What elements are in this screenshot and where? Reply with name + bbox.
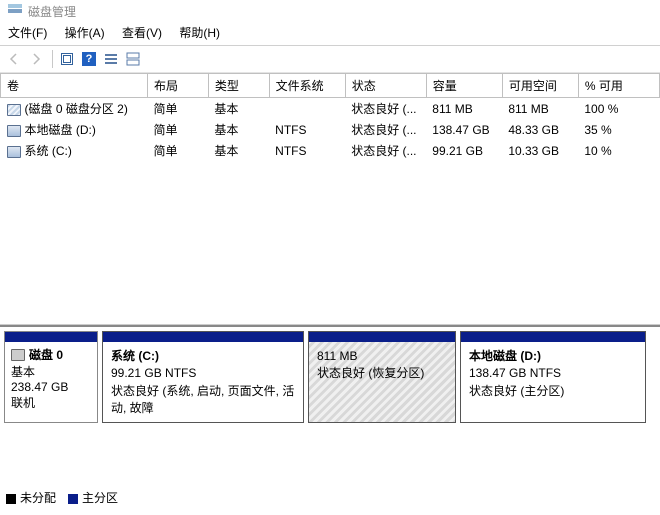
disk-label: 磁盘 0 [11, 346, 91, 363]
col-status[interactable]: 状态 [345, 74, 426, 98]
partition-body: 本地磁盘 (D:)138.47 GB NTFS状态良好 (主分区) [461, 342, 645, 406]
swatch-primary [68, 494, 78, 504]
partition-bar [103, 332, 303, 342]
table-row[interactable]: (磁盘 0 磁盘分区 2)简单基本状态良好 (...811 MB811 MB10… [1, 98, 660, 120]
table-header-row: 卷 布局 类型 文件系统 状态 容量 可用空间 % 可用 [1, 74, 660, 98]
help-button[interactable]: ? [79, 49, 99, 69]
partition-name: 系统 (C:) [111, 348, 295, 365]
drive-icon [7, 104, 21, 116]
partition-status: 状态良好 (主分区) [469, 383, 637, 400]
partition-box[interactable]: 系统 (C:)99.21 GB NTFS状态良好 (系统, 启动, 页面文件, … [102, 331, 304, 423]
partition-box[interactable]: 本地磁盘 (D:)138.47 GB NTFS状态良好 (主分区) [460, 331, 646, 423]
col-layout[interactable]: 布局 [148, 74, 209, 98]
legend: 未分配 主分区 [6, 489, 118, 506]
partition-size: 138.47 GB NTFS [469, 365, 637, 382]
swatch-unallocated [6, 494, 16, 504]
disk-mgmt-icon [8, 4, 22, 18]
col-free[interactable]: 可用空间 [502, 74, 578, 98]
window-title: 磁盘管理 [28, 3, 76, 20]
back-button[interactable] [4, 49, 24, 69]
volume-list-pane: 卷 布局 类型 文件系统 状态 容量 可用空间 % 可用 (磁盘 0 磁盘分区 … [0, 73, 660, 325]
col-capacity[interactable]: 容量 [426, 74, 502, 98]
menu-view[interactable]: 查看(V) [122, 26, 162, 40]
table-row[interactable]: 本地磁盘 (D:)简单基本NTFS状态良好 (...138.47 GB48.33… [1, 119, 660, 140]
disk-header[interactable]: 磁盘 0 基本 238.47 GB 联机 [4, 331, 98, 423]
drive-icon [7, 125, 21, 137]
titlebar: 磁盘管理 [0, 0, 660, 22]
toolbar: ? [0, 45, 660, 73]
help-icon: ? [82, 52, 96, 66]
partition-size: 99.21 GB NTFS [111, 365, 295, 382]
forward-button[interactable] [26, 49, 46, 69]
menu-action[interactable]: 操作(A) [65, 26, 105, 40]
drive-icon [7, 146, 21, 158]
disk-type: 基本 [11, 363, 91, 380]
col-volume[interactable]: 卷 [1, 74, 148, 98]
menu-file[interactable]: 文件(F) [8, 26, 47, 40]
disk-map: 系统 (C:)99.21 GB NTFS状态良好 (系统, 启动, 页面文件, … [98, 331, 656, 423]
disk-header-bar [5, 332, 97, 342]
partition-status: 状态良好 (恢复分区) [317, 365, 447, 382]
col-filesystem[interactable]: 文件系统 [269, 74, 345, 98]
disk-state: 联机 [11, 394, 91, 411]
disk-graphical-pane: 磁盘 0 基本 238.47 GB 联机 系统 (C:)99.21 GB NTF… [0, 325, 660, 515]
refresh-button[interactable] [57, 49, 77, 69]
disk-size: 238.47 GB [11, 380, 91, 394]
partition-bar [461, 332, 645, 342]
partition-bar [309, 332, 455, 342]
partition-body: 811 MB状态良好 (恢复分区) [309, 342, 455, 389]
list-view-button[interactable] [101, 49, 121, 69]
menubar: 文件(F) 操作(A) 查看(V) 帮助(H) [0, 22, 660, 45]
col-type[interactable]: 类型 [208, 74, 269, 98]
disk-row: 磁盘 0 基本 238.47 GB 联机 系统 (C:)99.21 GB NTF… [4, 331, 656, 423]
partition-box[interactable]: 811 MB状态良好 (恢复分区) [308, 331, 456, 423]
disk-icon [11, 349, 25, 361]
legend-unallocated: 未分配 [6, 489, 56, 506]
col-pctfree[interactable]: % 可用 [578, 74, 659, 98]
partition-body: 系统 (C:)99.21 GB NTFS状态良好 (系统, 启动, 页面文件, … [103, 342, 303, 422]
detail-view-button[interactable] [123, 49, 143, 69]
toolbar-divider [52, 50, 53, 68]
partition-size: 811 MB [317, 348, 447, 365]
menu-help[interactable]: 帮助(H) [179, 26, 220, 40]
legend-primary: 主分区 [68, 489, 118, 506]
volume-table[interactable]: 卷 布局 类型 文件系统 状态 容量 可用空间 % 可用 (磁盘 0 磁盘分区 … [0, 73, 660, 161]
table-row[interactable]: 系统 (C:)简单基本NTFS状态良好 (...99.21 GB10.33 GB… [1, 140, 660, 161]
disk-label-text: 磁盘 0 [29, 346, 63, 363]
partition-status: 状态良好 (系统, 启动, 页面文件, 活动, 故障 [111, 383, 295, 418]
partition-name: 本地磁盘 (D:) [469, 348, 637, 365]
